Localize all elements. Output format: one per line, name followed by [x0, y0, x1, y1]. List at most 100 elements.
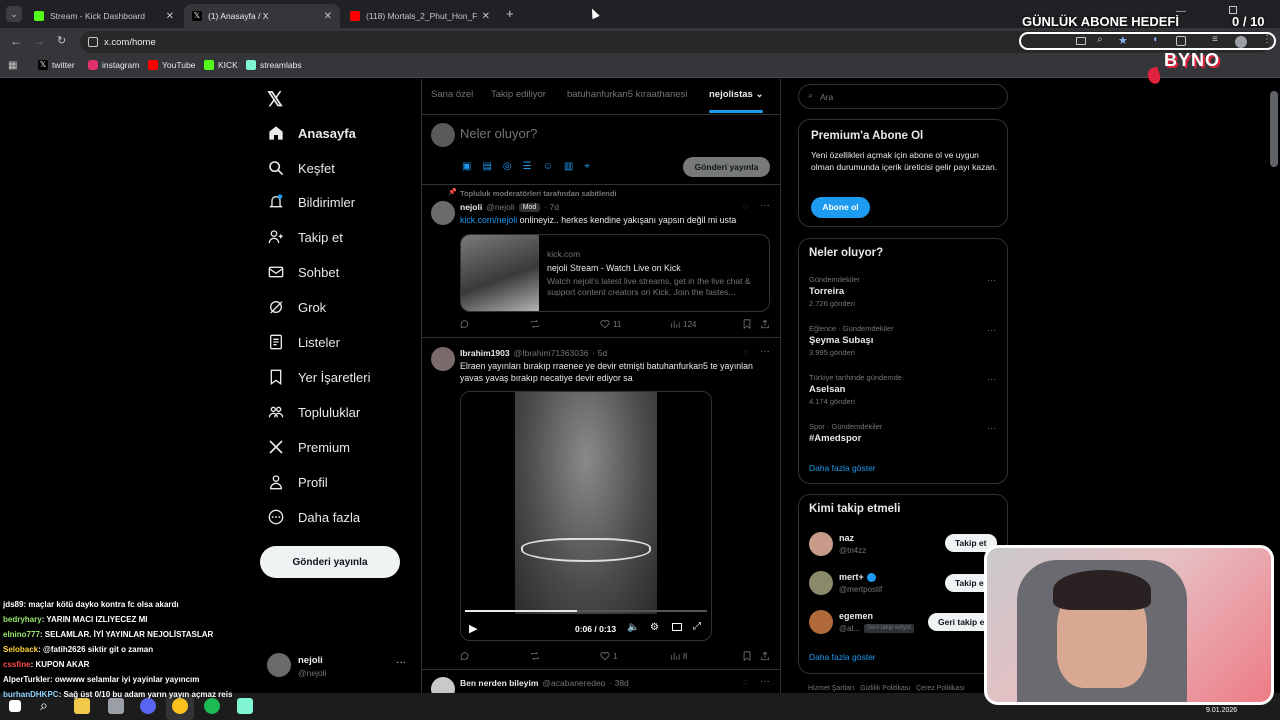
nav-premium[interactable]: Premium: [268, 435, 350, 459]
poll-icon[interactable]: ☰: [523, 161, 532, 172]
star-icon[interactable]: ★: [1118, 34, 1128, 47]
gif-icon[interactable]: ▤: [482, 161, 491, 172]
reply-button[interactable]: [460, 651, 470, 661]
video-player[interactable]: ▶ 0:06 / 0:13 🔈 ⚙ ⤢: [460, 391, 712, 641]
mute-icon[interactable]: 🔈: [627, 622, 639, 633]
bookmark-instagram[interactable]: instagram: [88, 60, 139, 70]
trend-menu-icon[interactable]: ···: [987, 275, 996, 285]
compose-post-button[interactable]: Gönderi yayınla: [683, 157, 770, 177]
x-logo-icon[interactable]: 𝕏: [267, 87, 283, 112]
footer-links[interactable]: Hizmet Şartları Gizlilik Politikası Çere…: [808, 685, 965, 692]
nav-more[interactable]: Daha fazla: [268, 505, 360, 529]
suggestion-avatar[interactable]: [809, 571, 833, 595]
post-button[interactable]: Gönderi yayınla: [260, 546, 400, 578]
emoji-icon[interactable]: ☺: [543, 161, 553, 172]
share-button[interactable]: [760, 319, 770, 329]
nav-grok[interactable]: Grok: [268, 295, 326, 319]
forward-icon[interactable]: →: [33, 34, 45, 48]
post-menu-icon[interactable]: ···: [760, 346, 770, 357]
compose-input[interactable]: Neler oluyor?: [460, 126, 537, 141]
back-icon[interactable]: ←: [10, 34, 22, 48]
views-button[interactable]: 124: [670, 319, 696, 329]
account-menu-icon[interactable]: ···: [396, 657, 406, 668]
like-button[interactable]: 11: [600, 319, 621, 329]
reply-button[interactable]: [460, 319, 470, 329]
image-icon[interactable]: ▣: [462, 161, 471, 172]
maximize-icon[interactable]: [1229, 6, 1237, 14]
trend-item[interactable]: Eğlence · Gündemdekiler Şeyma Subaşı 3.9…: [809, 324, 894, 357]
zoom-icon[interactable]: ⌕: [1097, 34, 1103, 45]
nav-lists[interactable]: Listeler: [268, 330, 340, 354]
bookmark-button[interactable]: [742, 651, 752, 661]
author-name[interactable]: nejoli: [460, 202, 482, 212]
search-input[interactable]: ⌕ Ara: [798, 84, 1008, 109]
trend-item[interactable]: Türkiye tarihinde gündemde Aselsan 4.174…: [809, 373, 902, 406]
post-menu-icon[interactable]: ···: [760, 200, 770, 211]
grok-icon[interactable]: ◌: [743, 347, 748, 357]
author-name[interactable]: Ben nerden bileyim: [460, 678, 538, 688]
suggestion-avatar[interactable]: [809, 610, 833, 634]
suggestion-name[interactable]: naz: [839, 533, 854, 543]
extension-icon[interactable]: ◖: [1152, 34, 1158, 45]
profile-avatar[interactable]: [1235, 36, 1247, 48]
trend-menu-icon[interactable]: ···: [987, 374, 996, 384]
playlist-icon[interactable]: ≡: [1212, 34, 1218, 45]
tab-youtube[interactable]: (118) Mortals_2_Phut_Hon_Fun ✕: [342, 4, 498, 28]
bookmark-streamlabs[interactable]: streamlabs: [246, 60, 302, 70]
suggestion-name[interactable]: mert+: [839, 572, 876, 582]
schedule-icon[interactable]: ▥: [564, 161, 573, 172]
nav-follow[interactable]: Takip et: [268, 225, 343, 249]
suggestion-avatar[interactable]: [809, 532, 833, 556]
location-icon[interactable]: ⌖: [584, 161, 590, 172]
tab-following[interactable]: Takip ediliyor: [491, 89, 546, 100]
grok-icon[interactable]: ◎: [503, 161, 512, 172]
tab-kick-dashboard[interactable]: Stream - Kick Dashboard ✕: [26, 4, 182, 28]
account-avatar[interactable]: [267, 653, 291, 677]
trend-item[interactable]: Spor · Gündemdekiler #Amedspor: [809, 422, 882, 444]
show-more-link[interactable]: Daha fazla göster: [809, 652, 876, 662]
author-name[interactable]: Ibrahim1903: [460, 348, 510, 358]
site-info-icon[interactable]: [88, 37, 98, 47]
grok-icon[interactable]: ◌: [743, 201, 748, 211]
address-text[interactable]: x.com/home: [104, 37, 156, 48]
menu-icon[interactable]: ⋮: [1262, 34, 1272, 45]
puzzle-icon[interactable]: [1176, 36, 1186, 46]
new-tab-button[interactable]: +: [506, 6, 514, 21]
show-more-link[interactable]: Daha fazla göster: [809, 463, 876, 473]
tab-list-button[interactable]: ⌄: [6, 6, 22, 22]
pip-icon[interactable]: [672, 623, 682, 631]
post-avatar[interactable]: [431, 201, 455, 225]
streamlabs-icon[interactable]: [237, 698, 253, 714]
nav-explore[interactable]: Keşfet: [268, 156, 335, 180]
bookmark-youtube[interactable]: YouTube: [148, 60, 195, 70]
tab-x-home[interactable]: 𝕏 (1) Anasayfa / X ✕: [184, 4, 340, 28]
repost-button[interactable]: [530, 651, 540, 661]
trend-item[interactable]: Gündemdekiler Torreira 2.726 gönderi: [809, 275, 860, 308]
tab-nejolistas[interactable]: nejolistas ⌄: [709, 89, 763, 100]
account-name[interactable]: nejoli: [298, 655, 323, 666]
suggestion-name[interactable]: egemen: [839, 611, 873, 621]
bookmark-twitter[interactable]: 𝕏 twitter: [38, 60, 75, 70]
nav-communities[interactable]: Topluluklar: [268, 400, 360, 424]
repost-button[interactable]: [530, 319, 540, 329]
tab-community[interactable]: batuhanfurkan5 kıraathanesi: [567, 89, 687, 100]
close-icon[interactable]: ✕: [324, 11, 332, 22]
tab-for-you[interactable]: Sana özel: [431, 89, 473, 100]
bookmark-button[interactable]: [742, 319, 752, 329]
scrollbar[interactable]: [1270, 91, 1278, 167]
settings-icon[interactable]: ⚙: [650, 622, 659, 633]
like-button[interactable]: 1: [600, 651, 617, 661]
close-icon[interactable]: ✕: [482, 11, 490, 22]
nav-profile[interactable]: Profil: [268, 470, 328, 494]
play-icon[interactable]: ▶: [469, 622, 477, 635]
trend-menu-icon[interactable]: ···: [987, 325, 996, 335]
bookmark-kick[interactable]: KICK: [204, 60, 238, 70]
reload-icon[interactable]: ↻: [57, 34, 66, 47]
views-button[interactable]: 8: [670, 651, 687, 661]
post-avatar[interactable]: [431, 347, 455, 371]
apps-icon[interactable]: ▦: [8, 60, 17, 71]
subscribe-button[interactable]: Abone ol: [811, 197, 870, 218]
grok-icon[interactable]: ◌: [743, 677, 748, 687]
post-menu-icon[interactable]: ···: [760, 676, 770, 687]
cast-icon[interactable]: [1076, 37, 1086, 45]
